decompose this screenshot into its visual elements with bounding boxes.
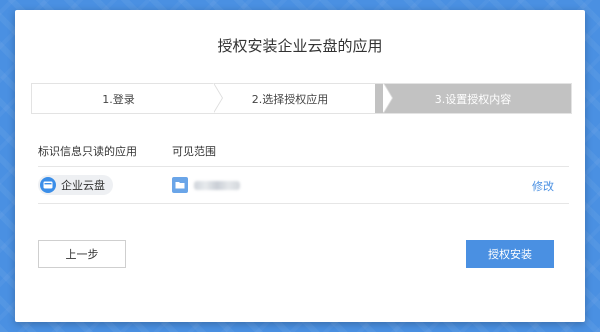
previous-step-button[interactable]: 上一步	[38, 240, 126, 268]
app-tag: 企业云盘	[38, 175, 113, 195]
authorize-dialog: 授权安装企业云盘的应用 1.登录 2.选择授权应用 3.设置授权内容 标识信息只…	[15, 10, 585, 322]
table-row: 企业云盘 修改	[38, 167, 569, 203]
column-header-scope: 可见范围	[172, 145, 216, 158]
cloud-disk-icon	[40, 177, 56, 193]
step-select-app: 2.选择授权应用	[205, 83, 393, 113]
step-set-content: 3.设置授权内容	[375, 84, 571, 113]
column-header-app: 标识信息只读的应用	[38, 145, 137, 158]
divider	[38, 203, 569, 204]
step-login-label: 1.登录	[102, 92, 135, 106]
step-set-content-label: 3.设置授权内容	[434, 92, 512, 106]
step-login: 1.登录	[32, 83, 223, 113]
step-select-app-label: 2.选择授权应用	[251, 92, 329, 106]
edit-link[interactable]: 修改	[532, 178, 554, 194]
dialog-title: 授权安装企业云盘的应用	[217, 37, 383, 55]
visible-scope	[172, 177, 240, 193]
folder-icon	[172, 177, 188, 193]
app-name: 企业云盘	[61, 179, 105, 192]
scope-name-redacted	[194, 180, 240, 190]
authorize-install-button[interactable]: 授权安装	[466, 240, 554, 268]
step-progress: 1.登录 2.选择授权应用 3.设置授权内容	[31, 83, 572, 114]
